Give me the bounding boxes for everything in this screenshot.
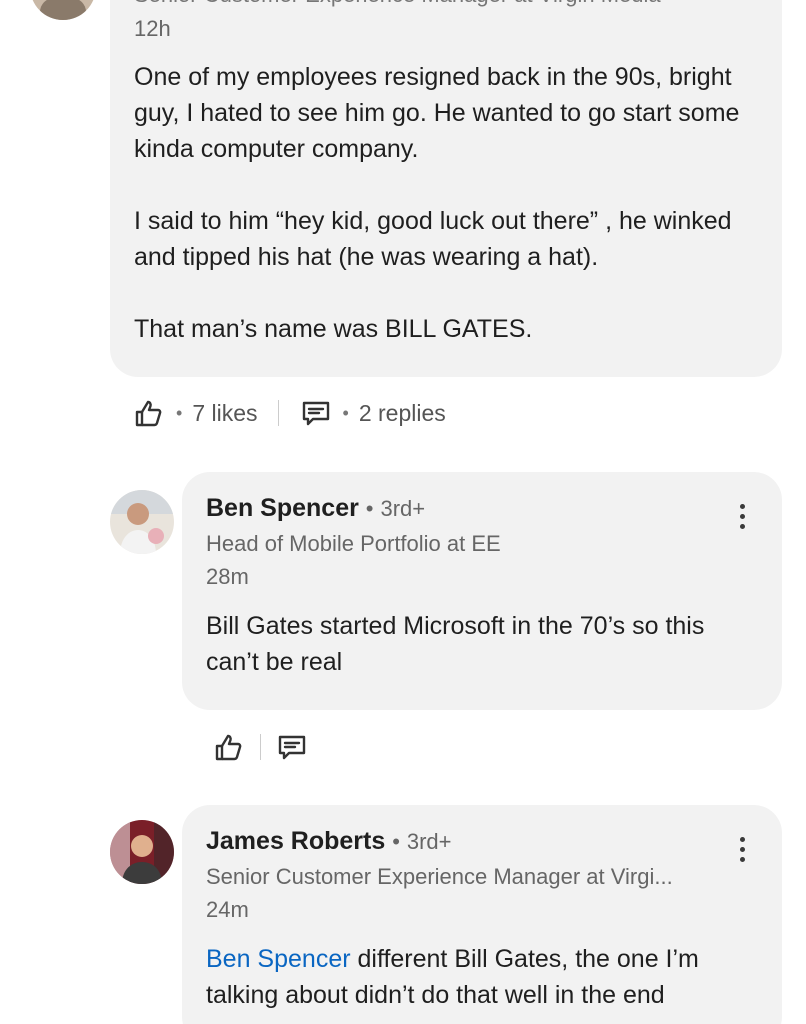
author-headline: Head of Mobile Portfolio at EE — [206, 531, 501, 556]
avatar[interactable] — [110, 820, 174, 884]
replies-count-link[interactable]: 2 replies — [359, 400, 446, 427]
comment-timestamp: 12h — [134, 16, 171, 41]
likes-count-link[interactable]: 7 likes — [192, 400, 257, 427]
comment-thread: Senior Customer Experience Manager at Vi… — [0, 0, 806, 1024]
comment-paragraph: I said to him “hey kid, good luck out th… — [134, 207, 732, 271]
reply-bubble: Ben Spencer • 3rd+ Head of Mobile Portfo… — [182, 472, 782, 710]
more-options-button[interactable] — [730, 496, 754, 536]
comment-body: One of my employees resigned back in the… — [134, 59, 764, 347]
author-headline: Senior Customer Experience Manager at Vi… — [206, 864, 673, 889]
comment-timestamp: 28m — [206, 564, 249, 589]
comment-icon[interactable] — [299, 396, 333, 430]
separator-dot: • — [342, 402, 349, 423]
mention-link[interactable]: Ben Spencer — [206, 945, 351, 973]
author-name-row: James Roberts • 3rd+ — [206, 827, 452, 856]
author-name-row: Ben Spencer • 3rd+ — [206, 494, 425, 523]
comment-icon[interactable] — [275, 730, 309, 764]
comment-body: Ben Spencer different Bill Gates, the on… — [206, 941, 766, 1013]
avatar[interactable] — [110, 490, 174, 554]
comment-timestamp: 24m — [206, 897, 249, 922]
avatar[interactable] — [30, 0, 96, 20]
reply-actions — [212, 730, 309, 764]
separator-dot: • — [176, 402, 183, 423]
comment-actions: • 7 likes • 2 replies — [132, 396, 446, 430]
comment-bubble: Senior Customer Experience Manager at Vi… — [110, 0, 782, 377]
comment-body: Bill Gates started Microsoft in the 70’s… — [206, 612, 705, 676]
comment-paragraph: One of my employees resigned back in the… — [134, 63, 740, 163]
divider — [277, 400, 279, 426]
more-options-button[interactable] — [730, 829, 754, 869]
thumbs-up-icon[interactable] — [212, 730, 246, 764]
author-name[interactable]: Ben Spencer — [206, 494, 359, 522]
author-headline: Senior Customer Experience Manager at Vi… — [134, 0, 661, 8]
separator-dot: • — [365, 496, 374, 521]
author-name[interactable]: James Roberts — [206, 827, 385, 855]
connection-degree: 3rd+ — [380, 496, 426, 521]
thumbs-up-icon[interactable] — [132, 396, 166, 430]
comment-paragraph: That man’s name was BILL GATES. — [134, 315, 533, 343]
separator-dot: • — [392, 829, 400, 854]
connection-degree: 3rd+ — [406, 829, 452, 854]
reply-bubble: James Roberts • 3rd+ Senior Customer Exp… — [182, 805, 782, 1024]
divider — [260, 734, 261, 760]
